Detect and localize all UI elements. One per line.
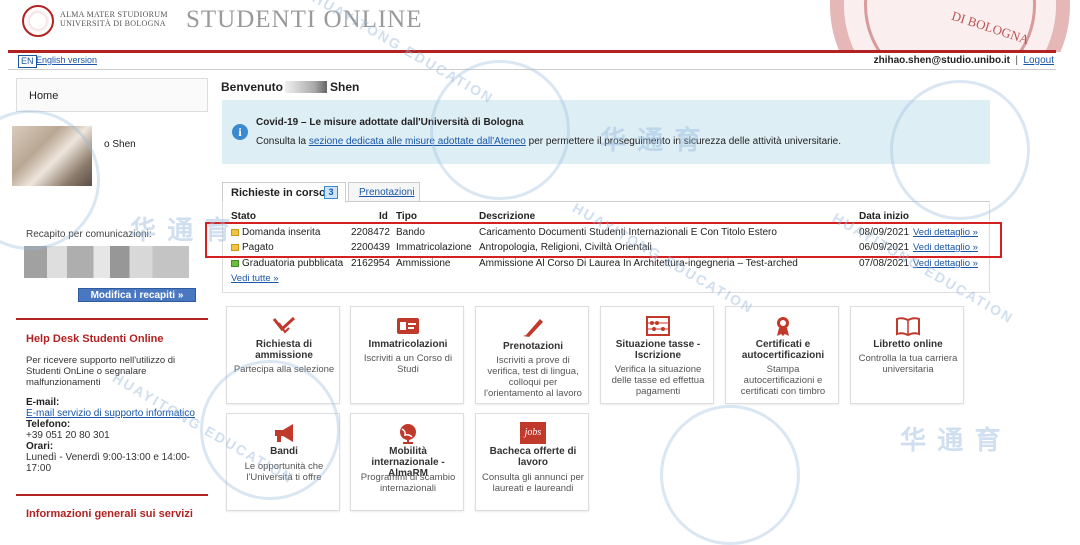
card-bandi[interactable]: Bandi Le opportunità che l'Università ti… <box>226 413 340 511</box>
card-title: Bandi <box>270 446 298 457</box>
recapito-redacted <box>24 246 189 278</box>
jobs-icon: jobs <box>520 422 546 444</box>
logo-line-2: UNIVERSITÀ DI BOLOGNA <box>60 19 166 28</box>
status-cell: Graduatoria pubblicata <box>242 258 344 269</box>
status-indicator <box>231 260 239 267</box>
column-header: Stato <box>231 211 256 222</box>
abacus-icon <box>646 316 670 336</box>
id-card-icon <box>397 318 419 334</box>
avatar <box>12 126 92 186</box>
count-badge: 3 <box>324 186 338 199</box>
highlight-annotation <box>205 222 1002 258</box>
covid-notice: i Covid-19 – Le misure adottate dall'Uni… <box>222 100 990 164</box>
vedi-dettaglio-link[interactable]: Vedi dettaglio » <box>913 258 978 269</box>
profile-box: o Shen <box>12 116 208 190</box>
separator: | <box>1015 55 1018 66</box>
table-row: Graduatoria pubblicata 2162954 Ammission… <box>223 256 991 271</box>
card-mobilita-internazionale[interactable]: Mobilità internazionale - AlmaRM Program… <box>350 413 464 511</box>
request-tabs: Richieste in corso 3 Prenotazioni <box>222 182 990 203</box>
section-divider <box>16 318 208 320</box>
card-desc: Le opportunità che l'Università ti offre <box>244 461 324 483</box>
column-header: Data inizio <box>859 211 910 222</box>
globe-icon <box>400 424 416 444</box>
info-icon: i <box>232 124 248 140</box>
tab-richieste-in-corso[interactable]: Richieste in corso 3 <box>222 182 346 203</box>
card-desc: Verifica la situazione delle tasse ed ef… <box>611 364 705 397</box>
top-bar: EN English version zhihao.shen@studio.un… <box>8 53 1056 70</box>
card-situazione-tasse[interactable]: Situazione tasse - Iscrizione Verifica l… <box>600 306 714 404</box>
notice-link[interactable]: sezione dedicata alle misure adottate da… <box>309 136 526 147</box>
card-immatricolazioni[interactable]: Immatricolazioni Iscriviti a un Corso di… <box>350 306 464 404</box>
tab-label: Prenotazioni <box>359 187 415 198</box>
welcome-name: Shen <box>330 80 360 94</box>
university-logo-icon[interactable] <box>22 5 54 37</box>
language-badge[interactable]: EN <box>18 55 37 68</box>
help-desk-title: Help Desk Studenti Online <box>26 333 164 345</box>
card-title: Libretto online <box>873 339 943 350</box>
card-title: Certificati e autocertificazioni <box>741 339 825 361</box>
card-title: Richiesta di ammissione <box>255 339 313 361</box>
sidebar-item-home[interactable]: Home <box>16 78 208 112</box>
recapito-label: Recapito per comunicazioni: <box>26 229 152 240</box>
help-desk-text: Per ricevere supporto nell'utilizzo di S… <box>26 355 176 388</box>
app-header: DI BOLOGNA ALMA MATER STUDIORUM UNIVERSI… <box>0 0 1080 52</box>
card-desc: Controlla la tua carriera universitaria <box>858 353 958 375</box>
help-phone: +39 051 20 80 301 <box>26 430 110 441</box>
watermark-chars: 华 通 育 <box>900 425 1003 455</box>
date-cell: 07/08/2021 <box>859 258 910 269</box>
vedi-tutte-link[interactable]: Vedi tutte » <box>231 273 279 284</box>
profile-name: o Shen <box>104 139 136 150</box>
book-icon <box>896 317 920 337</box>
card-desc: Programmi di scambio internazionali <box>360 472 456 494</box>
card-desc: Stampa autocertificazioni e certificati … <box>740 364 826 397</box>
card-bacheca-lavoro[interactable]: jobs Bacheca offerte di lavoro Consulta … <box>475 413 589 511</box>
column-header: Descrizione <box>479 211 536 222</box>
app-title: STUDENTI ONLINE <box>186 6 423 33</box>
ribbon-icon <box>777 317 789 336</box>
name-redacted <box>285 81 327 93</box>
card-desc: Iscriviti a un Corso di Studi <box>363 353 453 375</box>
pen-icon <box>523 319 543 337</box>
column-header: Id <box>379 211 388 222</box>
section-divider <box>16 494 208 496</box>
tab-prenotazioni[interactable]: Prenotazioni <box>348 182 420 202</box>
description-cell: Ammissione Al Corso Di Laurea In Archite… <box>479 258 798 269</box>
card-title: Situazione tasse - Iscrizione <box>615 339 701 361</box>
card-certificati[interactable]: Certificati e autocertificazioni Stampa … <box>725 306 839 404</box>
megaphone-icon <box>275 424 293 442</box>
type-cell: Ammissione <box>396 258 451 269</box>
help-email-link[interactable]: E-mail servizio di supporto informatico <box>26 408 195 419</box>
id-cell: 2162954 <box>351 258 390 269</box>
card-title: Prenotazioni <box>502 341 563 352</box>
info-servizi-title[interactable]: Informazioni generali sui servizi <box>26 508 193 520</box>
logo-line-1: ALMA MATER STUDIORUM <box>60 10 168 19</box>
logout-link[interactable]: Logout <box>1023 55 1054 66</box>
user-email: zhihao.shen@studio.unibo.it <box>873 55 1010 66</box>
english-version-link[interactable]: English version <box>36 55 97 65</box>
tab-label: Richieste in corso <box>231 187 326 199</box>
home-label: Home <box>29 90 59 102</box>
notice-body: Consulta la sezione dedicata alle misure… <box>256 136 842 147</box>
help-phone-label: Telefono: <box>26 419 71 430</box>
card-richiesta-ammissione[interactable]: Richiesta di ammissione Partecipa alla s… <box>226 306 340 404</box>
card-prenotazioni[interactable]: Prenotazioni Iscriviti a prove di verifi… <box>475 306 589 404</box>
help-hours: Lunedì - Venerdì 9:00-13:00 e 14:00-17:0… <box>26 452 191 474</box>
card-desc: Consulta gli annunci per laureati e laur… <box>482 472 584 494</box>
column-header: Tipo <box>396 211 417 222</box>
card-title: Bacheca offerte di lavoro <box>489 446 577 468</box>
watermark-stamp <box>660 405 800 545</box>
university-seal-decoration <box>830 0 1070 52</box>
card-desc: Iscriviti a prove di verifica, test di l… <box>484 355 582 399</box>
help-hours-label: Orari: <box>26 441 54 452</box>
sidebar: Home o Shen Recapito per comunicazioni: … <box>12 78 208 520</box>
help-email-label: E-mail: <box>26 397 60 408</box>
card-libretto-online[interactable]: Libretto online Controlla la tua carrier… <box>850 306 964 404</box>
card-title: Immatricolazioni <box>368 339 448 350</box>
notice-title: Covid-19 – Le misure adottate dall'Unive… <box>256 117 524 128</box>
checkmark-icon <box>272 316 296 334</box>
card-desc: Partecipa alla selezione <box>233 364 335 375</box>
modifica-recapiti-button[interactable]: Modifica i recapiti » <box>78 288 196 302</box>
welcome-text: Benvenuto <box>221 80 284 94</box>
